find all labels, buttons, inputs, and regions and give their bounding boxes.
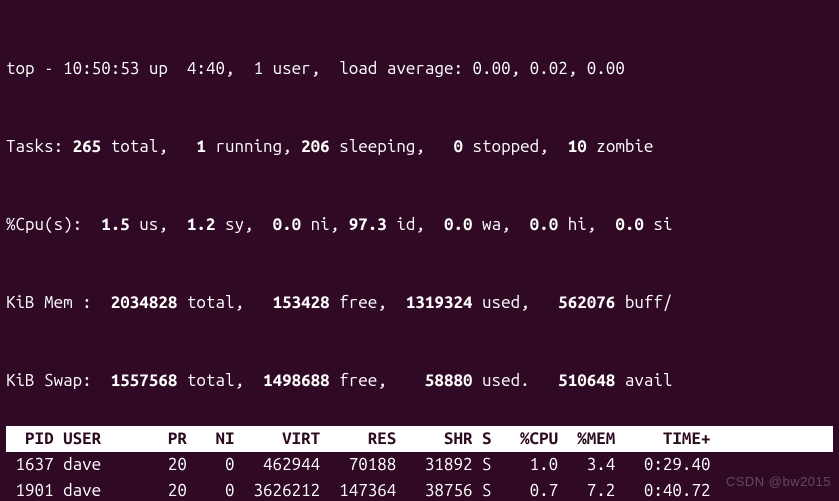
- summary-line-top: top - 10:50:53 up 4:40, 1 user, load ave…: [6, 56, 833, 82]
- summary-line-cpu: %Cpu(s): 1.5 us, 1.2 sy, 0.0 ni, 97.3 id…: [6, 212, 833, 238]
- summary-line-swap: KiB Swap: 1557568 total, 1498688 free, 5…: [6, 368, 833, 394]
- table-row: 1637 dave 20 0 462944 70188 31892 S 1.0 …: [6, 452, 833, 478]
- summary-line-mem: KiB Mem : 2034828 total, 153428 free, 13…: [6, 290, 833, 316]
- watermark: CSDN @bw2015: [726, 469, 831, 495]
- summary-block: top - 10:50:53 up 4:40, 1 user, load ave…: [6, 4, 833, 420]
- process-table: 1637 dave 20 0 462944 70188 31892 S 1.0 …: [6, 452, 833, 501]
- summary-line-tasks: Tasks: 265 total, 1 running, 206 sleepin…: [6, 134, 833, 160]
- table-row: 1901 dave 20 0 3626212 147364 38756 S 0.…: [6, 478, 833, 501]
- table-header: PID USER PR NI VIRT RES SHR S %CPU %MEM …: [6, 426, 833, 452]
